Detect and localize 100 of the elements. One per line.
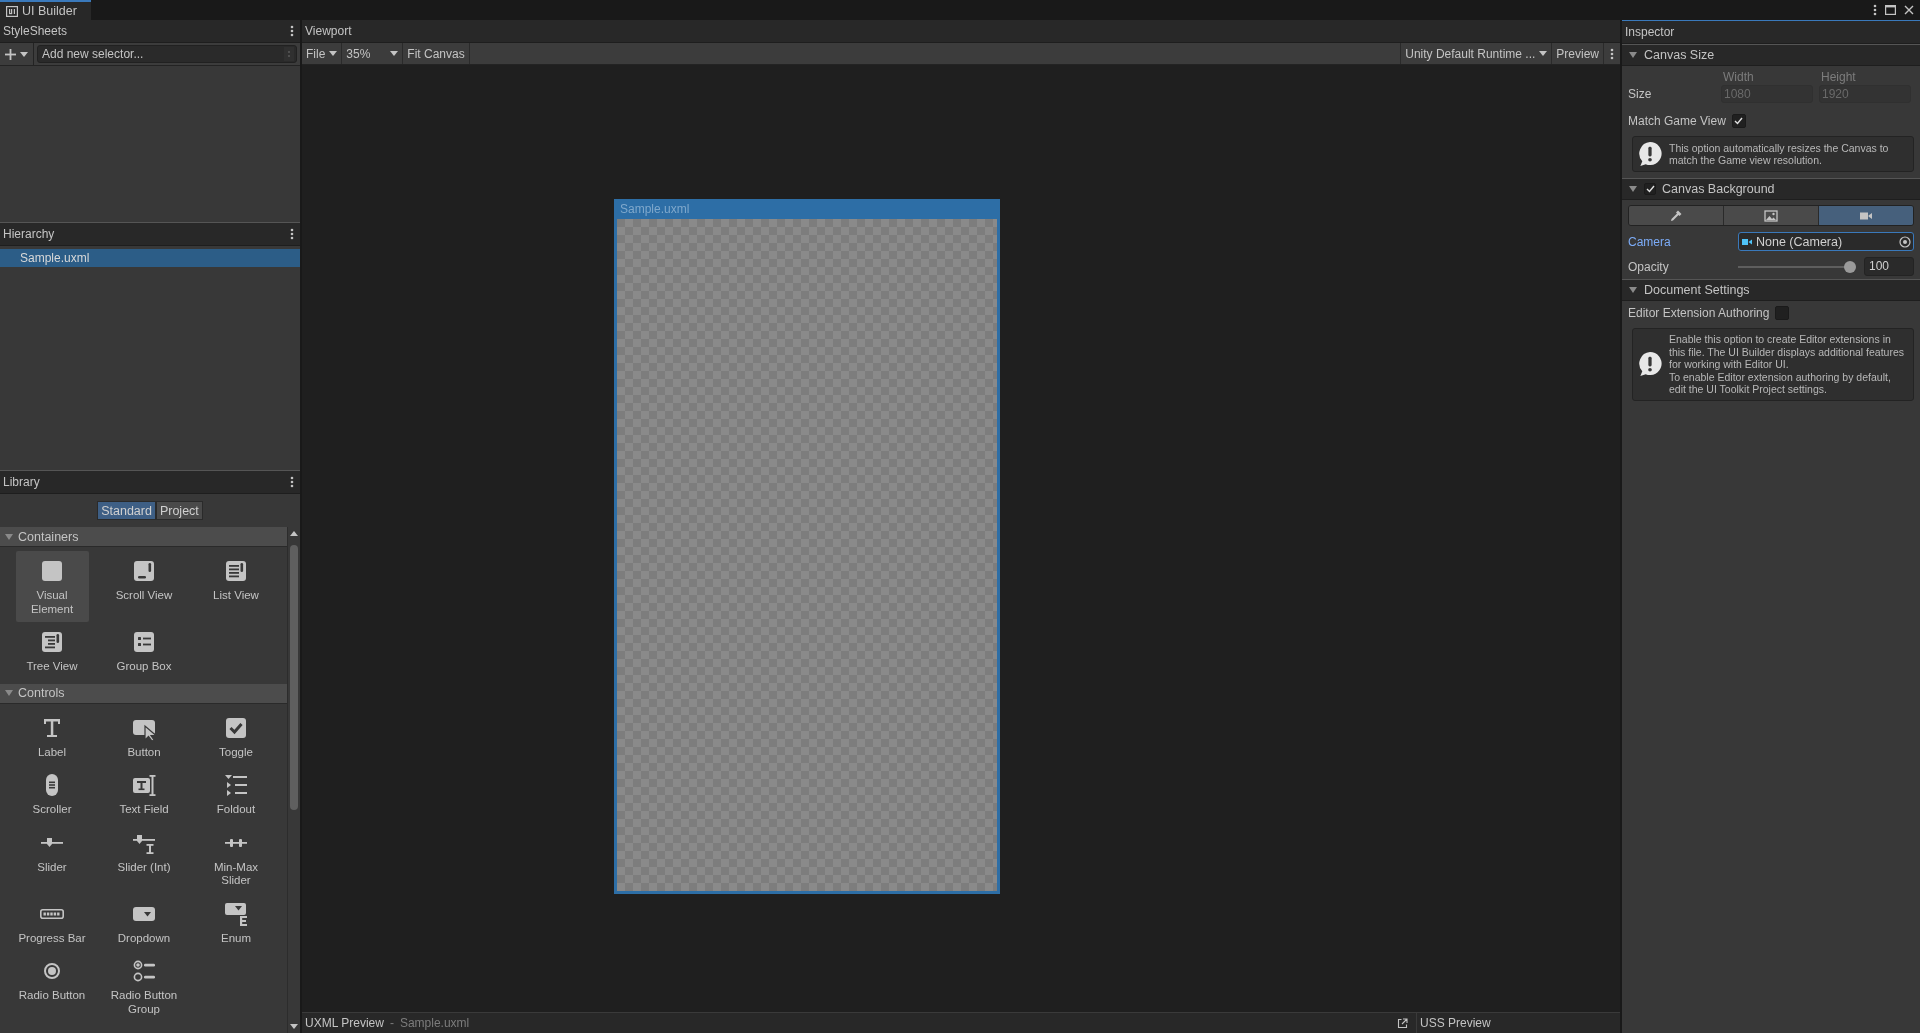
item-label: List View [213,589,259,603]
library-item[interactable]: Label [15,707,89,765]
library-item[interactable]: Toggle [199,707,273,765]
number-field[interactable]: 100 [1864,257,1914,276]
more-icon[interactable] [1610,47,1614,60]
canvas-title: Sample.uxml [619,201,691,218]
help-text: Enable this option to create Editor extensions in this file. The UI Builder displays additional features for working with Editor UI. [1669,333,1905,371]
item-label: Scroll View [115,589,173,603]
item-label: Slider [37,860,67,874]
item-label: Progress Bar [18,931,86,945]
more-icon[interactable] [290,25,294,37]
library-item[interactable]: Tree View [15,622,89,680]
preview-title: UXML Preview [305,1016,384,1030]
more-icon[interactable] [290,228,294,240]
library-tab[interactable]: Standard [97,501,156,520]
library-tab[interactable]: Project [155,501,203,520]
scrollbar[interactable] [287,527,300,1033]
library-item[interactable]: Radio Button [15,951,89,1022]
slider-thumb[interactable] [1844,260,1856,273]
range-slider-icon [225,838,247,847]
library-item[interactable]: Slider (Int) [107,822,181,894]
selector-field[interactable]: Add new selector... [37,45,297,63]
item-label: Min-Max Slider [212,860,260,888]
foldout-header[interactable]: Canvas Background [1622,178,1920,200]
more-icon[interactable] [1873,4,1877,16]
help-text: To enable Editor extension authoring by default, edit the UI Toolkit Project settings. [1669,370,1892,396]
section-header[interactable]: Containers [0,527,287,547]
library-item[interactable]: Enum [199,893,273,951]
caret-icon [20,51,28,57]
item-label: Group Box [116,660,172,674]
expanded-arrow-icon[interactable] [1628,184,1638,194]
item-label: Scroller [32,803,72,817]
warning-bubble-icon [1637,351,1663,378]
library-item[interactable]: Slider [15,822,89,894]
mode-button[interactable] [1819,206,1913,225]
field-value: None (Camera) [1756,234,1844,249]
library-item[interactable]: Radio Button Group [107,951,181,1022]
preview-button[interactable]: Preview [1552,43,1604,64]
mode-button[interactable] [1724,206,1819,225]
library-item[interactable]: Min-Max Slider [199,822,273,894]
library-item[interactable]: Visual Element [15,551,89,622]
field-label: Editor Extension Authoring [1628,306,1770,320]
library-item[interactable]: Button [107,707,181,765]
external-link-icon[interactable] [1397,1017,1408,1029]
theme-dropdown[interactable]: Unity Default Runtime ... [1400,43,1553,64]
window-tab[interactable]: UI Builder [0,0,91,20]
foldout-header[interactable]: Document Settings [1622,279,1920,301]
scroll-down-icon[interactable] [290,1024,298,1029]
panel-title: Viewport [305,24,352,38]
expanded-arrow-icon[interactable] [1628,285,1638,295]
separator-text: - [389,1016,394,1030]
item-label: Dropdown [117,931,171,945]
check-icon [1734,117,1744,125]
field-label: Match Game View [1628,114,1726,128]
segmented-control[interactable] [1628,205,1914,226]
scroll-up-icon[interactable] [290,531,298,536]
camera-icon [1742,237,1752,246]
library-item[interactable]: Scroll View [107,551,181,622]
library-item[interactable]: List View [199,551,273,622]
expanded-arrow-icon[interactable] [4,688,14,698]
target-icon[interactable] [1899,235,1911,248]
checkbox[interactable] [1775,306,1790,320]
library-item[interactable]: Dropdown [107,893,181,951]
expanded-arrow-icon[interactable] [4,531,14,542]
library-item[interactable]: Scroller [15,765,89,823]
file-menu[interactable]: File [302,43,343,64]
library-item[interactable]: Foldout [199,765,273,823]
item-label: Label [37,745,67,759]
preview-title: USS Preview [1420,1016,1491,1030]
caret-icon [329,51,338,56]
field-label: Opacity [1628,259,1670,274]
zoom-dropdown[interactable]: 35% [342,43,404,64]
item-label: Text Field [119,803,169,817]
library-item[interactable]: Group Box [107,622,181,680]
close-icon[interactable] [1904,5,1914,15]
file-name: Sample.uxml [399,1016,470,1030]
slider-icon [41,838,63,847]
eyedropper-icon [1669,208,1683,223]
item-label: Slider (Int) [117,860,171,874]
fit-canvas-button[interactable]: Fit Canvas [403,43,470,64]
object-field[interactable]: None (Camera) [1738,232,1914,251]
item-label: Button [127,745,161,759]
scrollbar-thumb[interactable] [290,545,298,810]
opacity-slider[interactable] [1738,259,1858,274]
foldout-title: Canvas Background [1662,182,1775,196]
checkbox[interactable] [1644,183,1656,195]
section-header[interactable]: Controls [0,683,287,704]
maximize-icon[interactable] [1885,5,1896,15]
item-label: Tree View [26,660,78,674]
more-icon[interactable] [290,476,294,488]
library-item[interactable]: Progress Bar [15,893,89,951]
foldout-title: Canvas Size [1644,48,1715,62]
item-label: Radio Button Group [109,989,179,1016]
plus-icon [5,48,16,60]
hierarchy-item[interactable]: Sample.uxml [0,249,300,267]
library-item[interactable]: Text Field [107,765,181,823]
warning-bubble-icon [1637,141,1663,167]
image-icon [1764,208,1778,223]
field-label: Size [1628,86,1653,101]
panel-title: StyleSheets [3,24,68,38]
